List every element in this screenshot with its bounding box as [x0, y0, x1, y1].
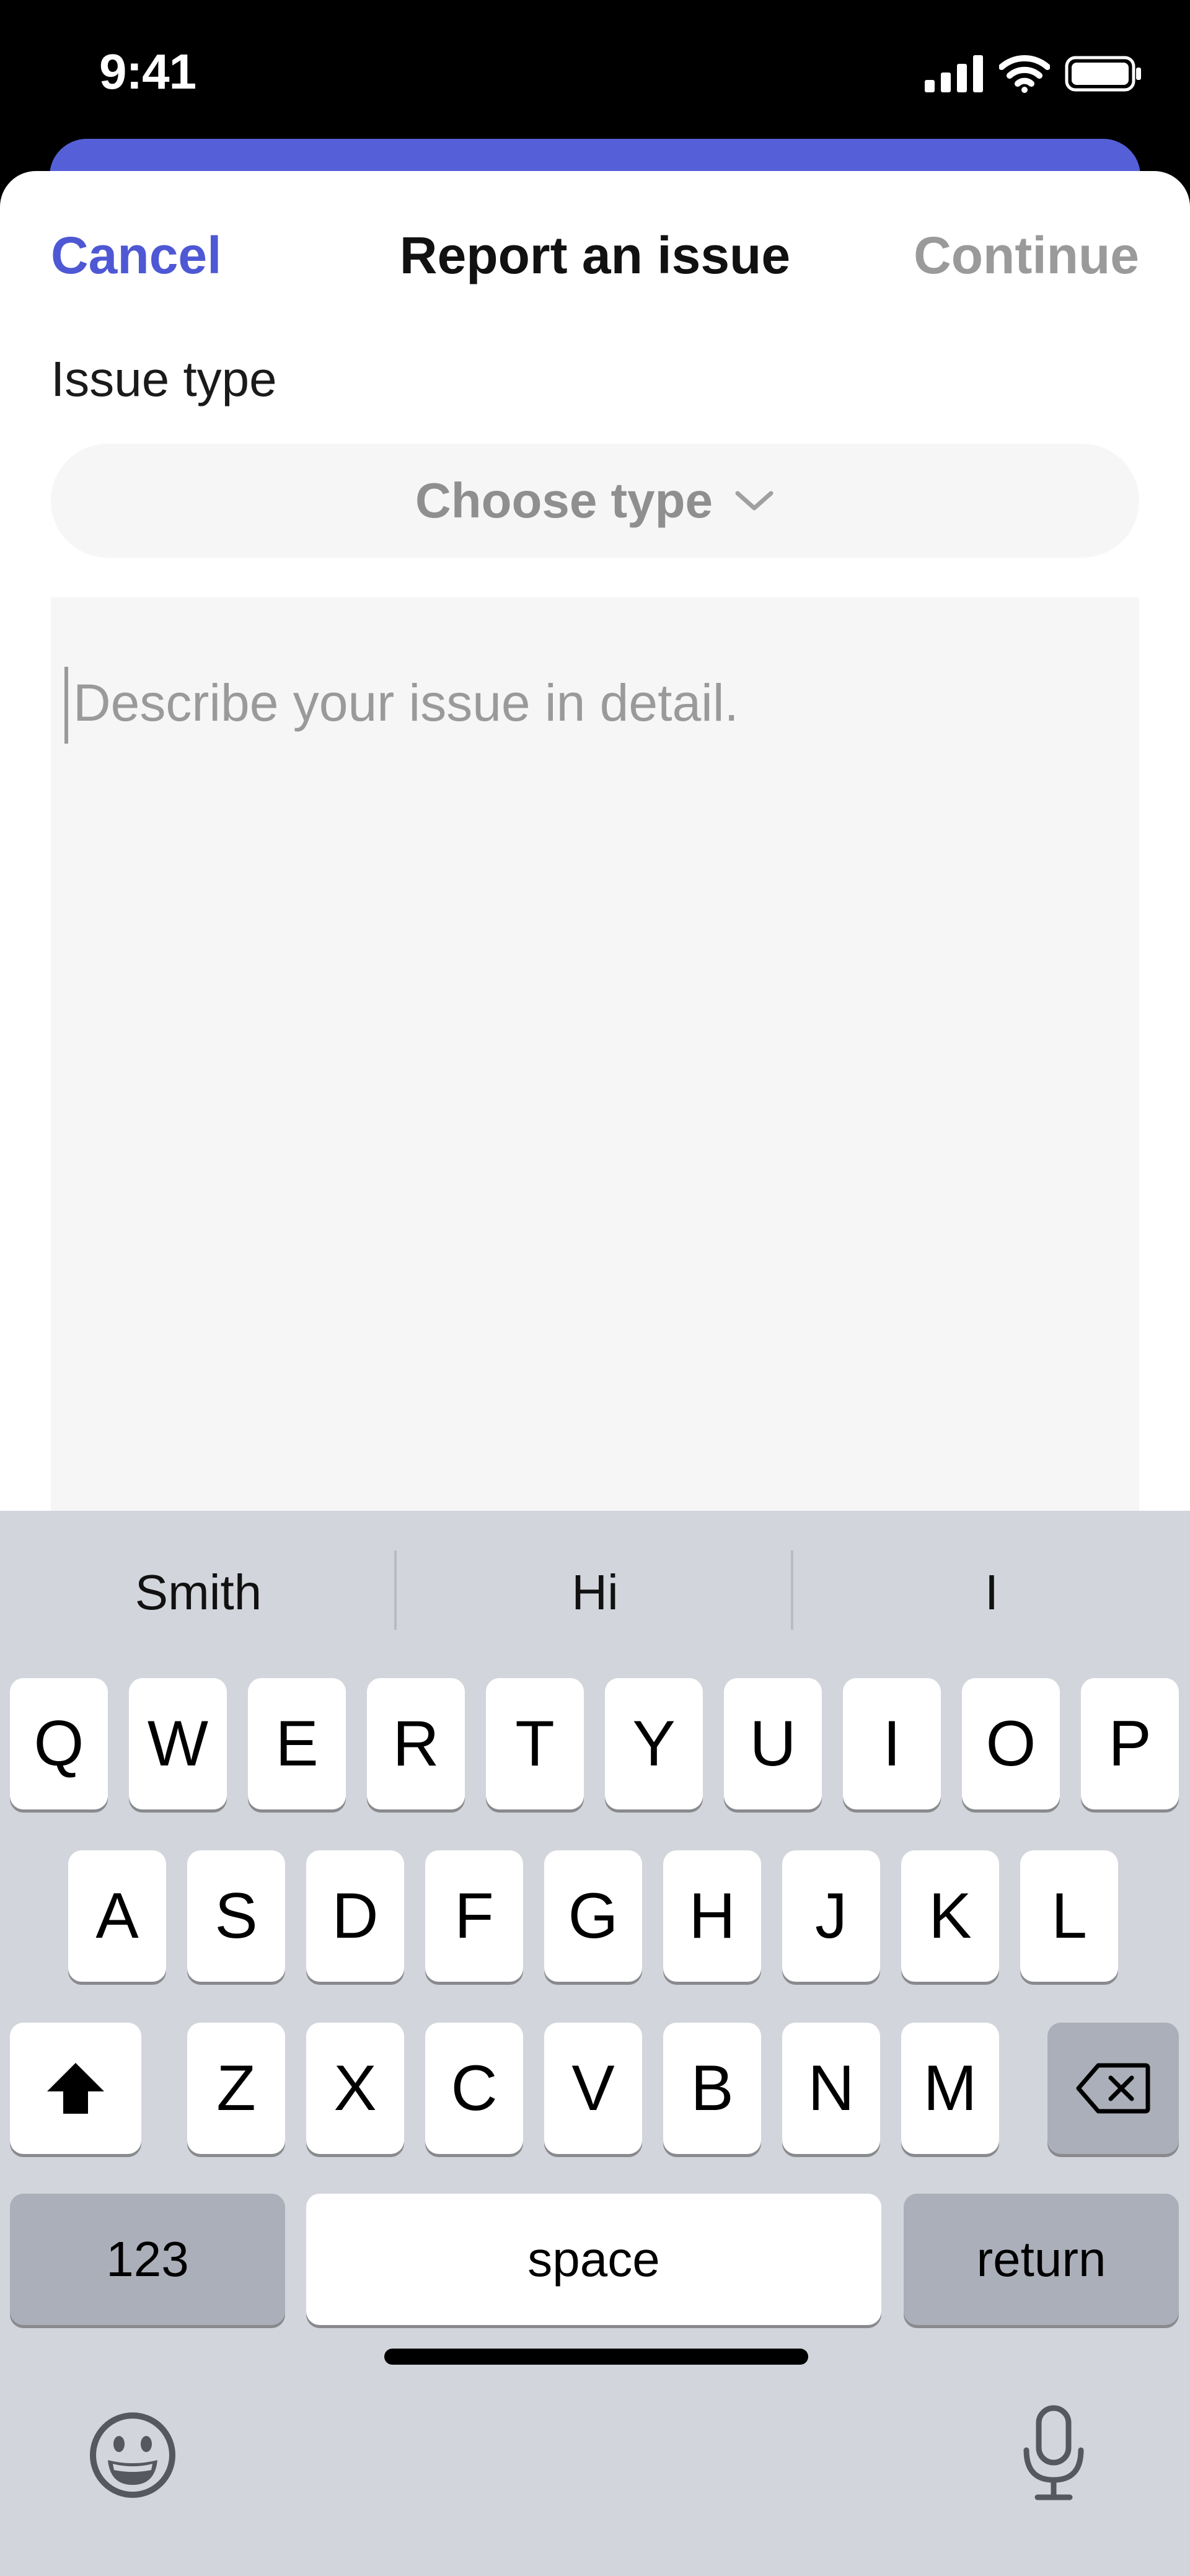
key-w[interactable]: W	[129, 1678, 227, 1809]
key-c[interactable]: C	[425, 2023, 523, 2154]
numbers-key[interactable]: 123	[10, 2194, 285, 2325]
key-l[interactable]: L	[1020, 1850, 1118, 1982]
status-bar: 9:41	[0, 0, 1190, 143]
cancel-button[interactable]: Cancel	[51, 226, 221, 286]
key-b[interactable]: B	[663, 2023, 761, 2154]
key-x[interactable]: X	[306, 2023, 404, 2154]
delete-key[interactable]	[1047, 2023, 1179, 2154]
wifi-icon	[999, 55, 1050, 93]
shift-arrow-icon	[47, 2063, 104, 2114]
key-t[interactable]: T	[486, 1678, 584, 1809]
status-time: 9:41	[99, 44, 196, 99]
description-textarea[interactable]: Describe your issue in detail.	[51, 597, 1139, 1514]
home-indicator	[384, 2349, 808, 2365]
battery-icon	[1065, 56, 1141, 92]
cellular-signal-icon	[925, 55, 983, 92]
key-y[interactable]: Y	[605, 1678, 703, 1809]
microphone-icon[interactable]	[1016, 2403, 1091, 2502]
key-e[interactable]: E	[248, 1678, 346, 1809]
key-a[interactable]: A	[68, 1850, 166, 1982]
key-p[interactable]: P	[1081, 1678, 1179, 1809]
return-key[interactable]: return	[904, 2194, 1179, 2325]
space-key[interactable]: space	[306, 2194, 881, 2325]
emoji-icon[interactable]	[87, 2409, 178, 2501]
key-z[interactable]: Z	[187, 2023, 285, 2154]
description-placeholder: Describe your issue in detail.	[73, 674, 739, 732]
shift-key[interactable]	[10, 2023, 141, 2154]
chevron-down-icon	[735, 491, 774, 511]
text-cursor	[64, 667, 68, 744]
keyboard: Smith Hi I Q W E R T Y U I O P A S D F G…	[0, 1511, 1190, 2576]
continue-button[interactable]: Continue	[914, 226, 1139, 286]
status-icons	[925, 55, 1143, 93]
key-v[interactable]: V	[544, 2023, 642, 2154]
key-m[interactable]: M	[901, 2023, 999, 2154]
issue-type-select[interactable]: Choose type	[51, 444, 1139, 558]
key-j[interactable]: J	[782, 1850, 880, 1982]
issue-type-label: Issue type	[51, 351, 277, 407]
key-s[interactable]: S	[187, 1850, 285, 1982]
issue-type-select-placeholder: Choose type	[415, 473, 713, 528]
suggestion-3[interactable]: I	[793, 1511, 1190, 1674]
key-o[interactable]: O	[962, 1678, 1060, 1809]
key-g[interactable]: G	[544, 1850, 642, 1982]
suggestion-2[interactable]: Hi	[397, 1511, 793, 1674]
key-u[interactable]: U	[724, 1678, 822, 1809]
suggestion-1[interactable]: Smith	[0, 1511, 397, 1674]
key-d[interactable]: D	[306, 1850, 404, 1982]
key-h[interactable]: H	[663, 1850, 761, 1982]
key-r[interactable]: R	[367, 1678, 465, 1809]
key-n[interactable]: N	[782, 2023, 880, 2154]
key-f[interactable]: F	[425, 1850, 523, 1982]
key-q[interactable]: Q	[10, 1678, 108, 1809]
backspace-icon	[1076, 2063, 1150, 2114]
key-k[interactable]: K	[901, 1850, 999, 1982]
key-i[interactable]: I	[843, 1678, 941, 1809]
